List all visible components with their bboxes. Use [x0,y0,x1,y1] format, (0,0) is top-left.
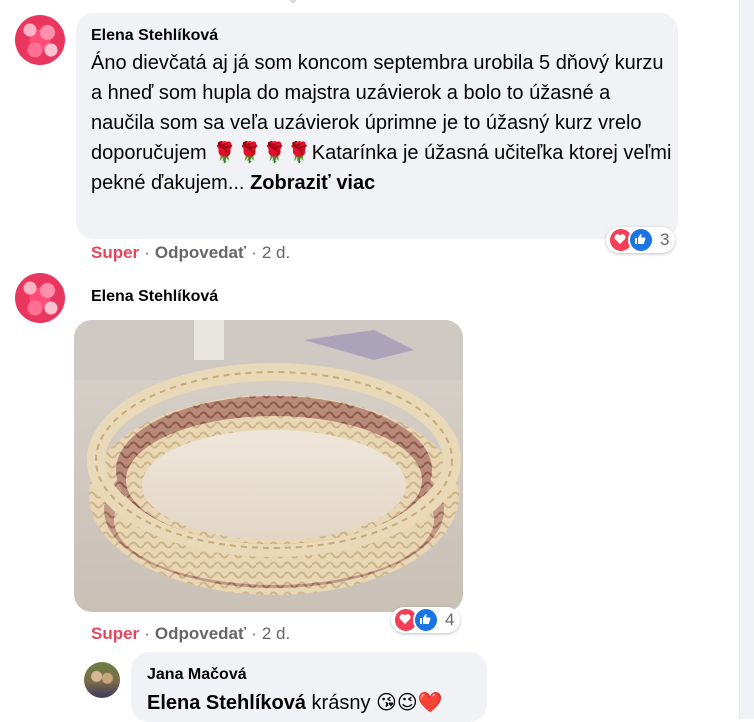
reaction-button[interactable]: Super [91,624,139,643]
comment-photo[interactable] [74,320,463,612]
reaction-summary[interactable]: 3 [606,227,676,253]
reply-button[interactable]: Odpovedať [155,243,246,262]
reaction-count: 3 [660,230,670,249]
comment-author[interactable]: Elena Stehlíková [91,27,218,45]
comment-author[interactable]: Elena Stehlíková [91,288,218,306]
comment-body: Áno dievčatá aj já som koncom septembra … [91,52,672,194]
reply-bubble: Jana Mačová Elena Stehlíková krásny 😘😉❤️ [131,652,487,722]
top-scroll-indicator [290,0,296,3]
reaction-button[interactable]: Super [91,243,139,262]
basket-photo-image [74,320,463,612]
reply-body: krásny [311,692,371,714]
like-reaction-icon [413,607,439,633]
comment-time[interactable]: 2 d. [262,624,290,643]
comment-bubble: Elena Stehlíková Áno dievčatá aj já som … [76,13,678,239]
reaction-count: 4 [445,610,455,629]
scrollbar-track[interactable] [739,0,754,719]
mention-link[interactable]: Elena Stehlíková [147,692,306,714]
reply-button[interactable]: Odpovedať [155,624,246,643]
comment-actions: Super · Odpovedať · 2 d. [91,624,291,643]
avatar[interactable] [15,273,65,323]
reply-author[interactable]: Jana Mačová [147,666,247,684]
comment-time[interactable]: 2 d. [262,243,290,262]
avatar[interactable] [84,662,120,698]
like-reaction-icon [628,227,654,253]
see-more-link[interactable]: Zobraziť viac [250,172,375,194]
reply-text: Elena Stehlíková krásny 😘😉❤️ [147,688,443,718]
comment-text: Áno dievčatá aj já som koncom septembra … [91,48,676,198]
reaction-summary[interactable]: 4 [391,607,461,633]
avatar[interactable] [15,15,65,65]
reply-emojis: 😘😉❤️ [376,692,443,714]
comment-actions: Super · Odpovedať · 2 d. [91,243,291,262]
